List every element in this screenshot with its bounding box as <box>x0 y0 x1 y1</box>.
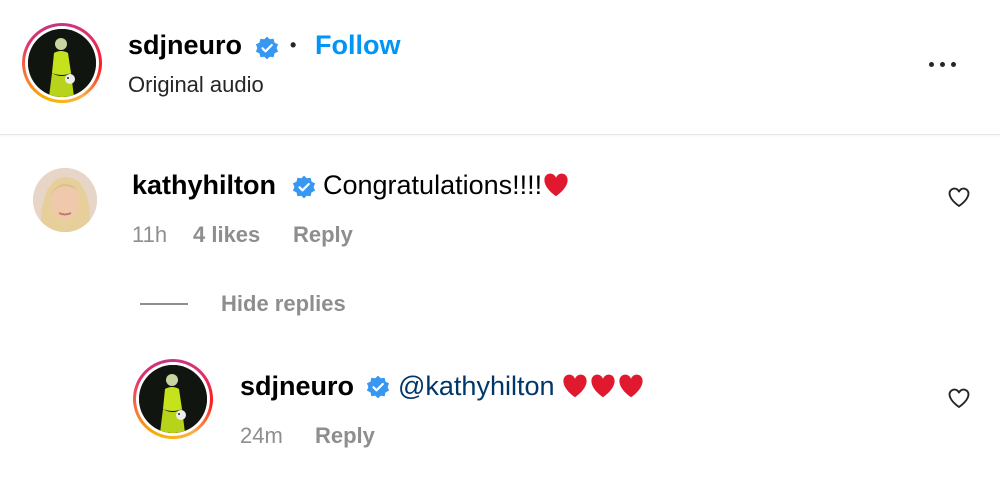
post-header: sdjneuro • Follow Original audio <box>0 0 1000 135</box>
reply-timestamp[interactable]: 24m <box>240 423 283 449</box>
reply-username[interactable]: sdjneuro <box>240 371 354 402</box>
commenter-avatar[interactable] <box>33 168 97 232</box>
comment-reply-button[interactable]: Reply <box>293 222 353 248</box>
reply-author-avatar[interactable] <box>133 359 213 439</box>
comment-text: Congratulations!!!! <box>323 170 570 201</box>
verified-badge-icon <box>366 375 390 399</box>
reply-reply-button[interactable]: Reply <box>315 423 375 449</box>
commenter-photo-icon <box>33 168 97 232</box>
comment-likes-count[interactable]: 4 likes <box>193 222 260 248</box>
author-avatar[interactable] <box>22 23 102 103</box>
follow-button[interactable]: Follow <box>315 30 400 61</box>
red-heart-icon <box>544 173 568 197</box>
mention-link[interactable]: @kathyhilton <box>398 371 555 401</box>
like-comment-heart-icon[interactable] <box>947 186 971 208</box>
comment-body: Congratulations!!!! <box>323 170 543 200</box>
red-heart-icon <box>562 374 587 398</box>
red-heart-icon <box>590 374 615 398</box>
audio-subtitle[interactable]: Original audio <box>128 72 264 98</box>
author-username[interactable]: sdjneuro <box>128 30 242 61</box>
hide-replies-button[interactable]: Hide replies <box>221 291 346 317</box>
verified-badge-icon <box>255 36 279 60</box>
separator-dot: • <box>290 35 297 55</box>
commenter-username[interactable]: kathyhilton <box>132 170 276 201</box>
hide-replies-line <box>140 303 188 305</box>
like-reply-heart-icon[interactable] <box>947 387 971 409</box>
avatar-photo-icon <box>139 365 207 433</box>
red-heart-icon <box>618 374 643 398</box>
reply-text: @kathyhilton <box>398 371 645 402</box>
avatar-photo-icon <box>28 29 96 97</box>
more-options-icon[interactable] <box>929 62 956 67</box>
verified-badge-icon <box>292 175 316 199</box>
comment-timestamp[interactable]: 11h <box>132 222 167 248</box>
